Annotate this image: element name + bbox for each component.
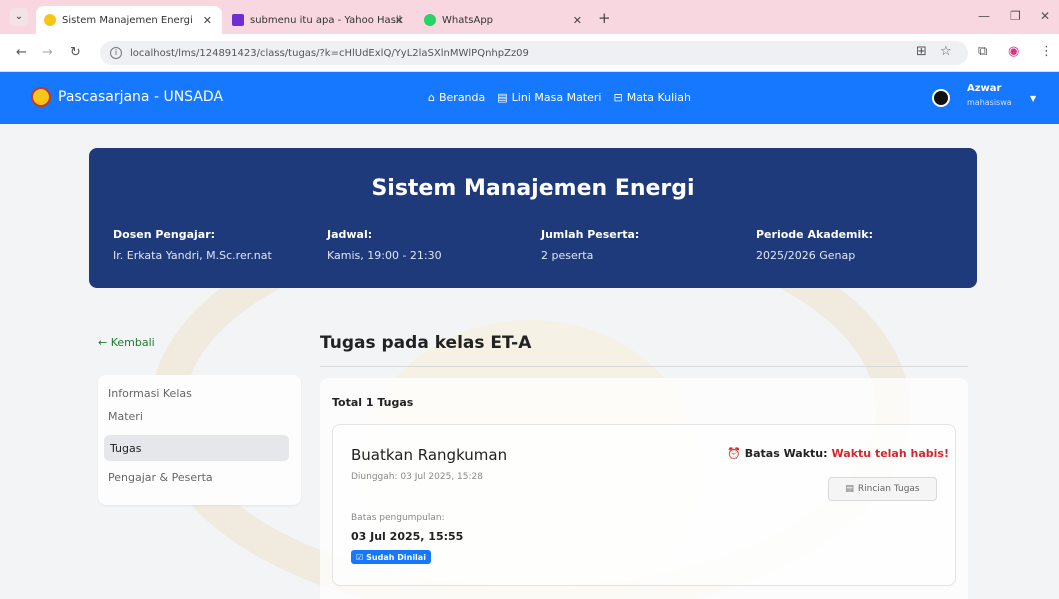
brand-name[interactable]: Pascasarjana - UNSADA — [58, 89, 223, 105]
sidebar-item-tugas[interactable]: Tugas — [104, 435, 289, 461]
back-link[interactable]: ← Kembali — [98, 336, 155, 349]
nav-link-mata-kuliah[interactable]: ⊟ Mata Kuliah — [613, 91, 690, 104]
meta-label: Periode Akademik: — [756, 228, 873, 241]
meta-schedule: Jadwal: Kamis, 19:00 - 21:30 — [327, 228, 442, 262]
status-badge: ☑ Sudah Dinilai — [351, 550, 431, 564]
meta-lecturer: Dosen Pengajar: Ir. Erkata Yandri, M.Sc.… — [113, 228, 272, 262]
tab-title: submenu itu apa - Yahoo Hasil — [250, 14, 402, 26]
restore-icon[interactable]: ❐ — [1010, 9, 1021, 23]
minimize-icon[interactable]: — — [978, 9, 990, 23]
task-name: Buatkan Rangkuman — [351, 446, 508, 464]
tab-title: Sistem Manajemen Energi — [62, 14, 193, 26]
meta-label: Dosen Pengajar: — [113, 228, 216, 241]
close-tab-icon[interactable]: ✕ — [573, 14, 582, 27]
deadline-value: 03 Jul 2025, 15:55 — [351, 530, 464, 543]
status-badge-label: Sudah Dinilai — [366, 552, 426, 562]
sidebar-item-informasi-kelas[interactable]: Informasi Kelas — [108, 387, 192, 400]
user-name[interactable]: Azwar — [967, 83, 1001, 94]
avatar[interactable] — [932, 89, 950, 107]
meta-value: Ir. Erkata Yandri, M.Sc.rer.nat — [113, 249, 272, 262]
site-info-icon[interactable]: i — [110, 47, 122, 59]
nav-link-label: Beranda — [438, 91, 486, 104]
browser-tab-bar: ⌄ Sistem Manajemen Energi ✕ submenu itu … — [0, 0, 1059, 34]
back-arrow-icon[interactable]: ← — [16, 45, 27, 60]
url-text: localhost/lms/124891423/class/tugas/?k=c… — [130, 47, 529, 59]
browser-menu-icon[interactable]: ⋮ — [1040, 44, 1053, 59]
nav-link-lini-masa-materi[interactable]: ▤ Lini Masa Materi — [497, 91, 601, 104]
sidebar-item-materi[interactable]: Materi — [108, 410, 143, 423]
browser-tab-1[interactable]: Sistem Manajemen Energi ✕ — [36, 6, 222, 34]
user-menu-caret-icon[interactable]: ▼ — [1030, 94, 1036, 103]
due-value: Waktu telah habis! — [831, 447, 949, 460]
alarm-clock-icon: ⏰ — [727, 447, 741, 460]
meta-academic-period: Periode Akademik: 2025/2026 Genap — [756, 228, 873, 262]
main-nav: ⌂ Beranda ▤ Lini Masa Materi ⊟ Mata Kuli… — [428, 91, 691, 104]
task-details-label: Rincian Tugas — [857, 484, 920, 494]
tab-title: WhatsApp — [442, 14, 494, 26]
site-favicon-icon — [44, 14, 56, 26]
translate-icon[interactable]: ⊞ — [916, 44, 927, 59]
meta-label: Jumlah Peserta: — [541, 228, 640, 241]
browser-tab-3[interactable]: WhatsApp ✕ — [416, 6, 592, 34]
document-icon: ▤ — [845, 484, 854, 494]
browser-tab-2[interactable]: submenu itu apa - Yahoo Hasil ✕ — [224, 6, 414, 34]
meta-label: Jadwal: — [327, 228, 373, 241]
tab-search-icon[interactable]: ⌄ — [10, 8, 28, 26]
user-role: mahasiswa — [967, 98, 1012, 107]
nav-link-beranda[interactable]: ⌂ Beranda — [428, 91, 485, 104]
timeline-icon: ▤ — [497, 91, 508, 104]
meta-value: 2 peserta — [541, 249, 594, 262]
task-count: Total 1 Tugas — [332, 396, 414, 409]
task-details-button[interactable]: ▤ Rincian Tugas — [828, 477, 937, 501]
divider — [320, 366, 968, 367]
deadline-label: Batas pengumpulan: — [351, 513, 445, 523]
meta-value: Kamis, 19:00 - 21:30 — [327, 249, 442, 262]
forward-arrow-icon[interactable]: → — [42, 45, 53, 60]
sidebar-item-pengajar-peserta[interactable]: Pengajar & Peserta — [108, 471, 213, 484]
new-tab-icon[interactable]: + — [598, 9, 611, 27]
course-header: Sistem Manajemen Energi Dosen Pengajar: … — [89, 148, 977, 288]
check-icon: ☑ — [356, 552, 364, 562]
home-icon: ⌂ — [428, 91, 435, 104]
yahoo-favicon-icon — [232, 14, 244, 26]
unsada-logo-icon — [31, 87, 51, 107]
nav-link-label: Lini Masa Materi — [511, 91, 602, 104]
close-window-icon[interactable]: ✕ — [1040, 9, 1050, 23]
profile-icon[interactable]: ◉ — [1008, 44, 1019, 59]
meta-participants: Jumlah Peserta: 2 peserta — [541, 228, 639, 262]
nav-link-label: Mata Kuliah — [626, 91, 691, 104]
bookmark-star-icon[interactable]: ☆ — [940, 44, 952, 59]
class-sidebar: Informasi Kelas Materi Tugas Pengajar & … — [98, 375, 301, 505]
browser-address-bar: ← → ↻ i localhost/lms/124891423/class/tu… — [0, 34, 1059, 72]
due-label: Batas Waktu: — [744, 447, 828, 460]
reload-icon[interactable]: ↻ — [70, 45, 81, 60]
whatsapp-favicon-icon — [424, 14, 436, 26]
url-input[interactable]: i localhost/lms/124891423/class/tugas/?k… — [100, 41, 968, 65]
task-uploaded-date: Diunggah: 03 Jul 2025, 15:28 — [351, 472, 483, 482]
close-tab-icon[interactable]: ✕ — [203, 14, 212, 27]
extensions-icon[interactable]: ⧉ — [978, 44, 987, 59]
page-title: Tugas pada kelas ET-A — [320, 333, 532, 353]
course-title: Sistem Manajemen Energi — [371, 176, 695, 201]
meta-value: 2025/2026 Genap — [756, 249, 856, 262]
due-status: ⏰ Batas Waktu: Waktu telah habis! — [727, 447, 949, 460]
book-icon: ⊟ — [613, 91, 623, 104]
app-navbar: Pascasarjana - UNSADA ⌂ Beranda ▤ Lini M… — [0, 72, 1059, 124]
close-tab-icon[interactable]: ✕ — [395, 14, 404, 27]
